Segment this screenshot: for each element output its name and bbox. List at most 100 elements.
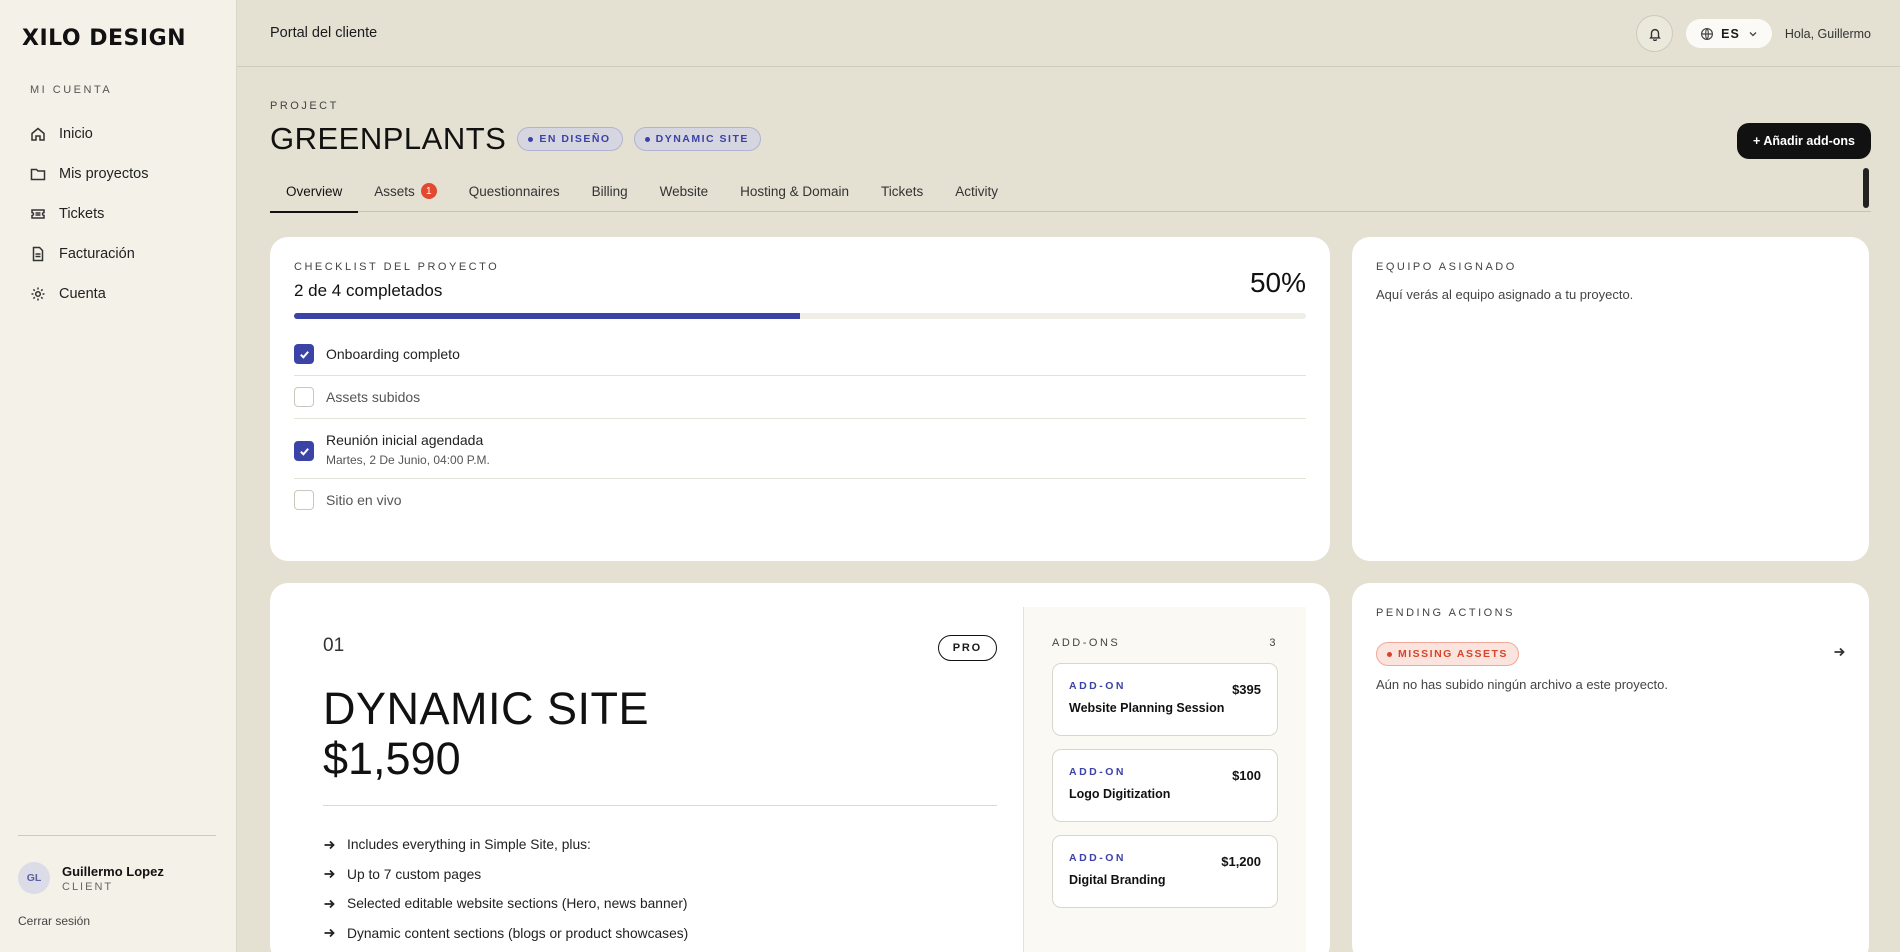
tab-overview[interactable]: Overview [270,170,359,213]
bell-icon [1648,28,1661,41]
checklist-item-text: Sitio en vivo [326,490,401,510]
sidebar-heading: MI CUENTA [30,84,113,96]
sidebar-divider [18,835,216,836]
sidebar-item-label: Cuenta [59,286,106,302]
project-tabs: Overview Assets 1 Questionnaires Billing… [270,170,1871,213]
checklist-card: CHECKLIST DEL PROYECTO 2 de 4 completado… [270,237,1330,561]
chevron-down-icon [1749,31,1757,36]
user-info: Guillermo Lopez CLIENT [62,864,164,893]
plan-number: 01 [323,635,345,656]
ticket-icon [31,209,45,219]
list-item: Assets subidos [294,376,1306,419]
arrow-right-icon [324,899,335,908]
user-name: Guillermo Lopez [62,863,164,879]
pending-action-row[interactable]: MISSING ASSETS [1376,642,1845,666]
list-item: Sitio en vivo [294,479,1306,521]
pending-action-arrow[interactable] [1833,645,1845,663]
missing-assets-text: MISSING ASSETS [1398,648,1508,660]
tab-billing[interactable]: Billing [576,170,644,212]
team-label: EQUIPO ASIGNADO [1376,261,1517,273]
list-item: Selected editable website sections (Hero… [323,889,688,919]
arrow-right-icon [1834,647,1845,657]
checklist-item-text: Reunión inicial agendada Martes, 2 De Ju… [326,430,490,467]
tab-label: Assets [374,183,415,199]
tab-assets[interactable]: Assets 1 [358,170,453,212]
checklist-label: CHECKLIST DEL PROYECTO [294,261,500,273]
project-header: GREENPLANTS EN DISEÑO DYNAMIC SITE [270,121,761,157]
notifications-button[interactable] [1636,15,1674,52]
checklist-item-text: Onboarding completo [326,344,460,364]
checkbox-onboarding[interactable] [294,344,314,364]
sidebar: XILO DESIGN MI CUENTA Inicio Mis proyect… [0,0,237,952]
checkbox-meeting[interactable] [294,441,314,461]
pending-label: PENDING ACTIONS [1376,607,1515,619]
addons-header: ADD-ONS 3 [1052,637,1278,649]
progress-fill [294,313,800,319]
checkbox-site-live[interactable] [294,490,314,510]
plan-divider [323,805,997,806]
status-dot [528,136,534,142]
add-addons-button[interactable]: + Añadir add-ons [1737,123,1871,159]
checklist-item-title: Sitio en vivo [326,492,402,508]
globe-icon [1701,27,1714,40]
logout-link[interactable]: Cerrar sesión [18,914,90,928]
status-badge: EN DISEÑO [517,127,623,151]
pending-description: Aún no has subido ningún archivo a este … [1376,677,1668,692]
plan-features: Includes everything in Simple Site, plus… [323,830,688,948]
checklist-item-title: Reunión inicial agendada [326,432,484,448]
plan-type-text: DYNAMIC SITE [655,133,749,145]
sidebar-item-label: Mis proyectos [59,166,149,182]
addon-card[interactable]: ADD-ON Logo Digitization $100 [1052,749,1278,822]
portal-title: Portal del cliente [270,25,378,41]
sidebar-item-facturacion[interactable]: Facturación [30,234,220,274]
user-profile[interactable]: GL Guillermo Lopez CLIENT [18,862,164,894]
plan-card: 01 PRO DYNAMIC SITE $1,590 Includes ever… [270,583,1330,952]
sidebar-item-inicio[interactable]: Inicio [30,114,220,154]
addon-price: $395 [1232,682,1261,697]
check-icon [299,447,309,456]
plan-name: DYNAMIC SITE [323,683,650,734]
missing-assets-badge: MISSING ASSETS [1376,642,1519,666]
team-description: Aquí verás al equipo asignado a tu proye… [1376,287,1634,302]
addon-card[interactable]: ADD-ON Website Planning Session $395 [1052,663,1278,736]
sidebar-item-tickets[interactable]: Tickets [30,194,220,234]
checklist-percent: 50% [1249,267,1306,298]
assets-count-badge: 1 [420,183,437,199]
language-selector[interactable]: ES [1686,19,1772,48]
addons-count: 3 [1269,637,1278,649]
tab-hosting-domain[interactable]: Hosting & Domain [724,170,865,212]
checklist-item-text: Assets subidos [326,387,420,407]
checklist-summary: 2 de 4 completados [294,281,443,300]
list-item: Reunión inicial agendada Martes, 2 De Ju… [294,419,1306,479]
alert-dot [1387,651,1392,657]
tabs-scrollbar[interactable] [1863,168,1869,208]
sidebar-nav: Inicio Mis proyectos Tickets Facturación… [30,114,220,314]
checklist-item-title: Assets subidos [326,389,421,405]
folder-icon [30,168,46,181]
sidebar-item-label: Tickets [59,206,105,222]
sidebar-item-mis-proyectos[interactable]: Mis proyectos [30,154,220,194]
addon-card[interactable]: ADD-ON Digital Branding $1,200 [1052,835,1278,908]
status-text: EN DISEÑO [539,133,611,145]
topbar: Portal del cliente ES Hola, Guillermo [237,0,1900,67]
addon-name: Digital Branding [1069,873,1166,887]
feature-text: Up to 7 custom pages [347,866,482,882]
logo[interactable]: XILO DESIGN [22,26,186,51]
pending-actions-card: PENDING ACTIONS MISSING ASSETS Aún no ha… [1352,583,1869,952]
checklist-item-title: Onboarding completo [326,346,460,362]
list-item: Onboarding completo [294,333,1306,376]
sidebar-item-cuenta[interactable]: Cuenta [30,274,220,314]
sidebar-item-label: Facturación [59,246,135,262]
tab-questionnaires[interactable]: Questionnaires [453,170,576,212]
arrow-right-icon [324,840,335,849]
tab-website[interactable]: Website [644,170,725,212]
checkbox-assets[interactable] [294,387,314,407]
topbar-actions: ES Hola, Guillermo [1636,15,1871,52]
tab-tickets[interactable]: Tickets [865,170,939,212]
checklist-progress-bar [294,313,1306,319]
addons-panel: ADD-ONS 3 ADD-ON Website Planning Sessio… [1023,607,1306,952]
list-item: Dynamic content sections (blogs or produ… [323,919,688,949]
team-card: EQUIPO ASIGNADO Aquí verás al equipo asi… [1352,237,1869,561]
avatar: GL [18,862,50,894]
tab-activity[interactable]: Activity [939,170,1014,212]
